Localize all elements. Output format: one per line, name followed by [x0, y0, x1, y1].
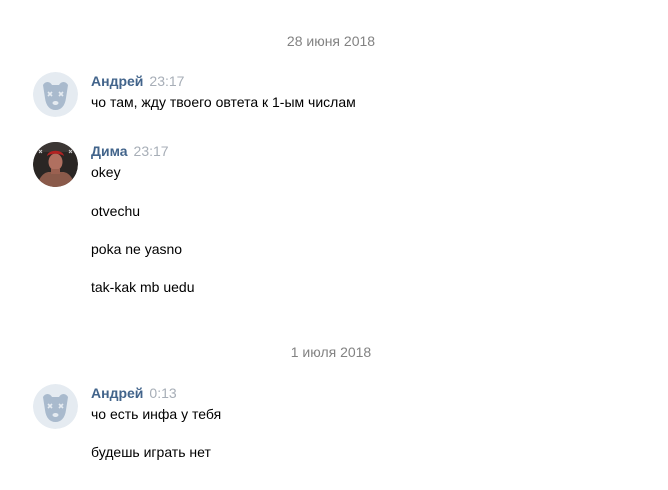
author-name[interactable]: Дима — [91, 143, 128, 159]
message-text: tak-kak mb uedu — [91, 279, 195, 295]
message-text: otvechu — [91, 203, 141, 219]
user-photo-avatar[interactable] — [33, 142, 78, 187]
date-separator: 1 июля 2018 — [290, 344, 372, 360]
message-text: okey — [91, 164, 121, 180]
message-group-andrey: Андрей 0:13 чо есть инфа у тебя будешь иг… — [33, 384, 643, 468]
message-header: Андрей 23:17 — [91, 72, 641, 90]
message-text: чо есть инфа у тебя — [91, 406, 222, 422]
message-header: Андрей 0:13 — [91, 384, 641, 402]
deactivated-dog-avatar-icon[interactable] — [33, 72, 78, 117]
author-name[interactable]: Андрей — [91, 385, 143, 401]
message-group-dima: Дима 23:17 okey otvechu poka ne yasno tak… — [33, 142, 643, 302]
message-time[interactable]: 23:17 — [134, 143, 169, 159]
message-text: чо там, жду твоего овтета к 1-ым числам — [91, 94, 356, 110]
deactivated-dog-avatar-icon[interactable] — [33, 384, 78, 429]
message-text: будешь играть нет — [91, 444, 211, 460]
date-separator: 28 июня 2018 — [286, 33, 376, 49]
message-time[interactable]: 23:17 — [149, 73, 184, 89]
message-history: 28 июня 2018 Андрей 23:17 чо там, жду тво… — [0, 0, 668, 490]
message-time[interactable]: 0:13 — [149, 385, 176, 401]
message-group-andrey: Андрей 23:17 чо там, жду твоего овтета к … — [33, 72, 643, 118]
author-name[interactable]: Андрей — [91, 73, 143, 89]
message-text: poka ne yasno — [91, 241, 183, 257]
message-header: Дима 23:17 — [91, 142, 641, 160]
